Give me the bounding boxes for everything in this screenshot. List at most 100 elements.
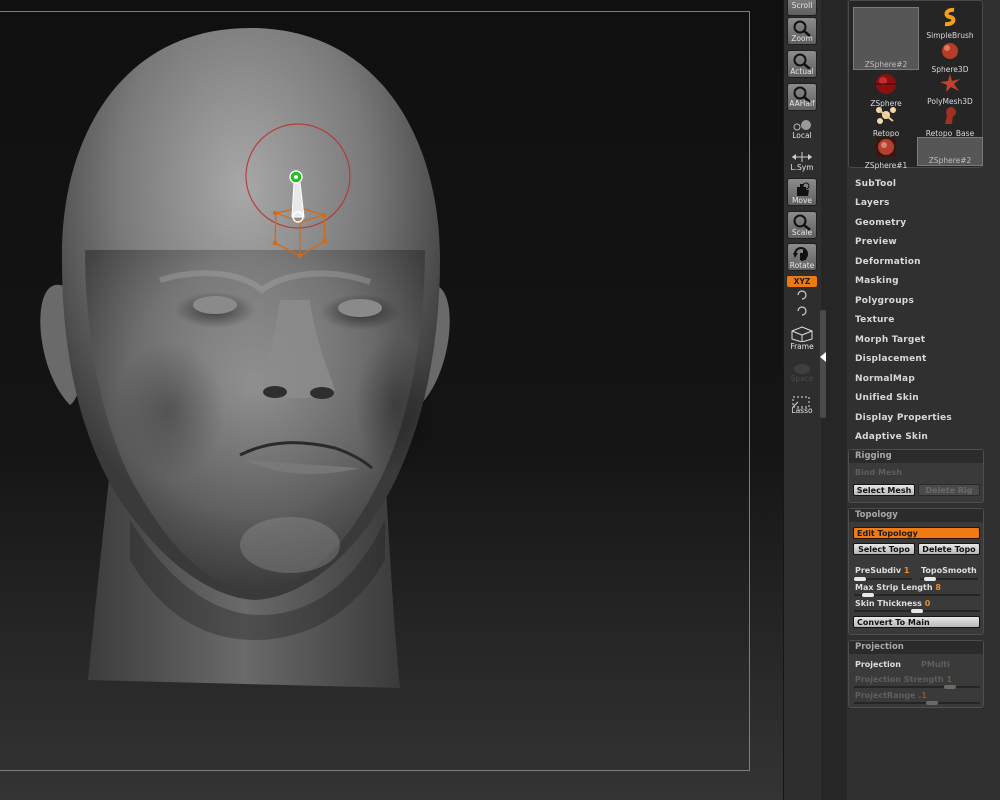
- tool-polymesh3d[interactable]: PolyMesh3D: [917, 73, 983, 106]
- frame-cube-icon[interactable]: [790, 326, 814, 342]
- menu-deformation[interactable]: Deformation: [855, 257, 921, 267]
- right-shelf: Scroll Zoom Actual AAHalf Local L.Sym Mo…: [783, 0, 822, 800]
- aahalf-label: AAHalf: [789, 99, 815, 108]
- tool-retopo-base[interactable]: Retopo_Base: [917, 105, 983, 138]
- retopo-base-icon: [945, 107, 956, 124]
- space-icon[interactable]: [790, 362, 814, 374]
- topology-title[interactable]: Topology: [849, 509, 983, 522]
- projection-strength-slider-knob[interactable]: [944, 685, 956, 689]
- menu-adaptive-skin[interactable]: Adaptive Skin: [855, 432, 928, 442]
- menu-layers[interactable]: Layers: [855, 198, 890, 208]
- tool-zsphere1[interactable]: ZSphere#1: [853, 137, 919, 170]
- topology-panel: Topology Edit Topology Select Topo Delet…: [848, 508, 984, 635]
- move-label: Move: [791, 196, 813, 205]
- project-range-slider-knob[interactable]: [926, 701, 938, 705]
- projection-strength-value: 1: [946, 675, 953, 684]
- tray-toggle-arrow-icon[interactable]: [820, 352, 826, 362]
- menu-polygroups[interactable]: Polygroups: [855, 296, 914, 306]
- bind-mesh-button[interactable]: Bind Mesh: [855, 468, 902, 477]
- skin-thickness-slider-knob[interactable]: [911, 609, 923, 613]
- presubdiv-slider-knob[interactable]: [854, 577, 866, 581]
- projection-strength-label-text: Projection Strength: [855, 675, 944, 684]
- max-strip-label-text: Max Strip Length: [855, 583, 933, 592]
- project-range-label: ProjectRange .1: [855, 691, 927, 700]
- select-mesh-button[interactable]: Select Mesh: [853, 484, 915, 496]
- projection-strength-label: Projection Strength 1: [855, 675, 952, 684]
- scale-label: Scale: [791, 228, 813, 237]
- tool-simplebrush-label: SimpleBrush: [926, 31, 974, 40]
- skin-thickness-value: 0: [924, 599, 931, 608]
- menu-texture[interactable]: Texture: [855, 315, 895, 325]
- presubdiv-label-text: PreSubdiv: [855, 566, 902, 575]
- tool-grid: ZSphere#2 SimpleBrush Sphere3D ZSphere P…: [848, 0, 983, 170]
- space-label: Space: [790, 374, 814, 383]
- menu-masking[interactable]: Masking: [855, 276, 899, 286]
- tool-sphere3d[interactable]: Sphere3D: [917, 41, 983, 74]
- tool-retopo[interactable]: Retopo: [853, 105, 919, 138]
- shelf-scrollbar[interactable]: [820, 310, 826, 418]
- toposmooth-slider-knob[interactable]: [924, 577, 936, 581]
- toposmooth-slider[interactable]: [920, 577, 978, 581]
- rotate-z-icon[interactable]: [790, 306, 814, 316]
- projection-strength-slider[interactable]: [854, 685, 980, 689]
- scroll-label: Scroll: [791, 1, 813, 10]
- lasso-label: Lasso: [791, 406, 813, 415]
- rotate-y-icon[interactable]: [790, 290, 814, 300]
- delete-topo-button[interactable]: Delete Topo: [918, 543, 980, 555]
- menu-subtool[interactable]: SubTool: [855, 179, 896, 189]
- sphere3d-icon: [942, 43, 958, 59]
- document-border: [0, 11, 750, 771]
- select-topo-button[interactable]: Select Topo: [853, 543, 915, 555]
- menu-display-properties[interactable]: Display Properties: [855, 413, 952, 423]
- menu-displacement[interactable]: Displacement: [855, 354, 927, 364]
- projection-title[interactable]: Projection: [849, 641, 983, 654]
- tool-palette: ZSphere#2 SimpleBrush Sphere3D ZSphere P…: [847, 0, 1000, 800]
- tool-zsphere2b-label: ZSphere#2: [928, 156, 972, 165]
- max-strip-slider[interactable]: [854, 593, 980, 597]
- pmulti-toggle[interactable]: PMulti: [921, 660, 950, 669]
- projection-toggle[interactable]: Projection: [855, 660, 901, 669]
- convert-to-main-button[interactable]: Convert To Main: [853, 616, 980, 628]
- menu-preview[interactable]: Preview: [855, 237, 897, 247]
- polymesh3d-icon: [940, 74, 960, 92]
- tool-zsphere[interactable]: ZSphere: [853, 73, 919, 108]
- zsphere-icon: [876, 74, 896, 94]
- max-strip-value: 8: [935, 583, 941, 592]
- skin-thickness-label: Skin Thickness 0: [855, 599, 930, 608]
- delete-rig-button[interactable]: Delete Rig: [918, 484, 980, 496]
- zoom-label: Zoom: [791, 34, 813, 43]
- frame-label: Frame: [790, 342, 814, 351]
- lsym-label: L.Sym: [790, 163, 814, 172]
- simplebrush-icon: [944, 7, 956, 27]
- tool-zsphere1-label: ZSphere#1: [864, 161, 908, 170]
- canvas-viewport[interactable]: [0, 0, 783, 800]
- edit-topology-button[interactable]: Edit Topology: [853, 527, 980, 539]
- xyz-button[interactable]: XYZ: [787, 276, 817, 287]
- local-label: Local: [792, 131, 812, 140]
- lsym-icon[interactable]: [790, 151, 814, 163]
- retopo-icon: [876, 107, 896, 124]
- menu-geometry[interactable]: Geometry: [855, 218, 906, 228]
- menu-normalmap[interactable]: NormalMap: [855, 374, 915, 384]
- menu-morph-target[interactable]: Morph Target: [855, 335, 925, 345]
- max-strip-label: Max Strip Length 8: [855, 583, 941, 592]
- zsphere1-icon: [876, 137, 896, 157]
- project-range-value: .1: [918, 691, 927, 700]
- actual-label: Actual: [790, 67, 814, 76]
- project-range-slider[interactable]: [854, 701, 980, 705]
- rigging-title[interactable]: Rigging: [849, 450, 983, 463]
- tool-zsphere2-current[interactable]: ZSphere#2: [853, 7, 919, 70]
- max-strip-slider-knob[interactable]: [862, 593, 874, 597]
- local-icon[interactable]: [790, 118, 814, 132]
- toposmooth-label: TopoSmooth: [921, 566, 977, 575]
- tool-simplebrush[interactable]: SimpleBrush: [917, 7, 983, 40]
- rotate-label: Rotate: [789, 261, 815, 270]
- tool-zsphere2[interactable]: ZSphere#2: [917, 137, 983, 166]
- menu-unified-skin[interactable]: Unified Skin: [855, 393, 919, 403]
- presubdiv-label: PreSubdiv 1: [855, 566, 909, 575]
- skin-thickness-slider[interactable]: [854, 609, 980, 613]
- presubdiv-slider[interactable]: [854, 577, 912, 581]
- skin-thickness-label-text: Skin Thickness: [855, 599, 922, 608]
- projection-panel: Projection Projection PMulti Projection …: [848, 640, 984, 708]
- tool-zsphere2-label: ZSphere#2: [864, 60, 908, 69]
